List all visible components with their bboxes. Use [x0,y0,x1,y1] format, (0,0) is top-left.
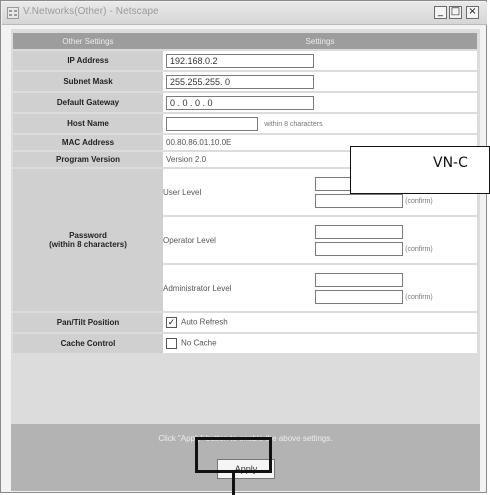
host-name-input[interactable] [166,116,258,131]
operator-password-confirm-input[interactable] [314,241,403,256]
auto-refresh-label: Auto Refresh [181,317,228,327]
callout-label-box: VN-C [350,146,490,194]
password-label: Password (within 8 characters) [13,169,163,311]
browser-window: V.Networks(Other) - Netscape _ □ × Other… [0,0,487,493]
header-other-settings: Other Settings [13,33,163,49]
ip-address-input[interactable]: 192.168.0.2 [166,53,314,68]
program-version-label: Program Version [13,152,163,167]
host-name-label: Host Name [13,114,163,133]
subnet-mask-label: Subnet Mask [13,72,163,91]
title-bar[interactable]: V.Networks(Other) - Netscape _ □ × [2,2,487,25]
default-gateway-input[interactable]: 0 . 0 . 0 . 0 [166,95,314,110]
default-gateway-label: Default Gateway [13,93,163,112]
operator-level-label: Operator Level [163,217,315,265]
user-password-confirm-input[interactable] [314,193,403,208]
minimize-button[interactable]: _ [434,6,447,19]
admin-password-confirm-input[interactable] [314,289,403,304]
password-subtitle: (within 8 characters) [49,240,127,249]
header-settings: Settings [163,33,477,49]
network-icon [7,7,19,19]
window-title: V.Networks(Other) - Netscape [23,6,159,17]
cache-control-label: Cache Control [13,334,163,353]
user-level-label: User Level [163,169,315,217]
password-title: Password [69,231,107,240]
no-cache-checkbox[interactable] [166,338,177,349]
administrator-level-label: Administrator Level [163,265,315,311]
no-cache-label: No Cache [181,338,217,348]
operator-confirm-label: (confirm) [405,245,433,253]
ip-address-label: IP Address [13,51,163,70]
page-content: Other Settings Settings IP Address 192.1… [11,29,480,491]
host-name-note: within 8 characters [264,120,323,128]
admin-password-input[interactable] [314,272,403,287]
admin-confirm-label: (confirm) [405,293,433,301]
user-confirm-label: (confirm) [405,197,433,205]
maximize-button[interactable]: □ [449,6,462,19]
apply-callout-frame [195,437,272,473]
operator-password-input[interactable] [314,224,403,239]
subnet-mask-input[interactable]: 255.255.255. 0 [166,74,314,89]
mac-address-label: MAC Address [13,135,163,150]
close-button[interactable]: × [466,6,479,19]
callout-leader-line [232,473,235,495]
auto-refresh-checkbox[interactable]: ✓ [166,317,177,328]
pan-tilt-label: Pan/Tilt Position [13,313,163,332]
